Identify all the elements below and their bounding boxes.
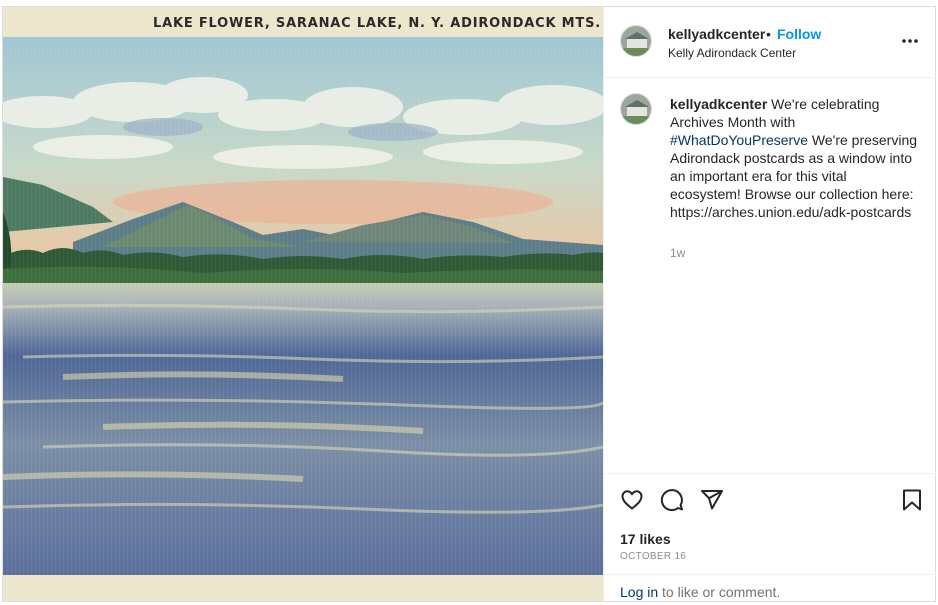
postcard-illustration [3,7,603,601]
comment-username[interactable]: kellyadkcenter [670,96,767,112]
share-icon[interactable] [700,488,724,512]
post-image[interactable]: LAKE FLOWER, SARANAC LAKE, N. Y. ADIROND… [3,7,603,601]
bookmark-icon[interactable] [900,488,924,512]
follow-button[interactable]: Follow [777,26,821,42]
actions-bar: 17 likes OCTOBER 16 Log in to like or co… [604,473,936,602]
comment-icon[interactable] [660,488,684,512]
caption-text: kellyadkcenter We're celebrating Archive… [670,95,920,221]
hashtag-link[interactable]: #WhatDoYouPreserve [670,132,808,148]
instagram-post: LAKE FLOWER, SARANAC LAKE, N. Y. ADIROND… [2,6,936,602]
header-username[interactable]: kellyadkcenter [668,26,765,42]
more-horizontal-icon[interactable] [900,31,920,51]
avatar[interactable] [620,25,652,57]
post-sidebar: kellyadkcenter • Follow Kelly Adirondack… [603,7,936,601]
post-header: kellyadkcenter • Follow Kelly Adirondack… [604,7,936,78]
post-date[interactable]: OCTOBER 16 [620,551,686,562]
post-time[interactable]: 1w [670,246,685,260]
avatar-image [621,26,651,56]
header-separator: • [766,26,771,42]
heart-icon[interactable] [620,488,644,512]
login-prompt-text: to like or comment. [658,584,781,600]
login-prompt: Log in to like or comment. [604,574,936,603]
postcard-caption: LAKE FLOWER, SARANAC LAKE, N. Y. ADIROND… [153,16,601,31]
location-link[interactable]: Kelly Adirondack Center [668,46,796,60]
likes-count[interactable]: 17 likes [620,531,671,547]
avatar-image [621,94,651,124]
login-link[interactable]: Log in [620,584,658,600]
comment-avatar[interactable] [620,93,652,125]
